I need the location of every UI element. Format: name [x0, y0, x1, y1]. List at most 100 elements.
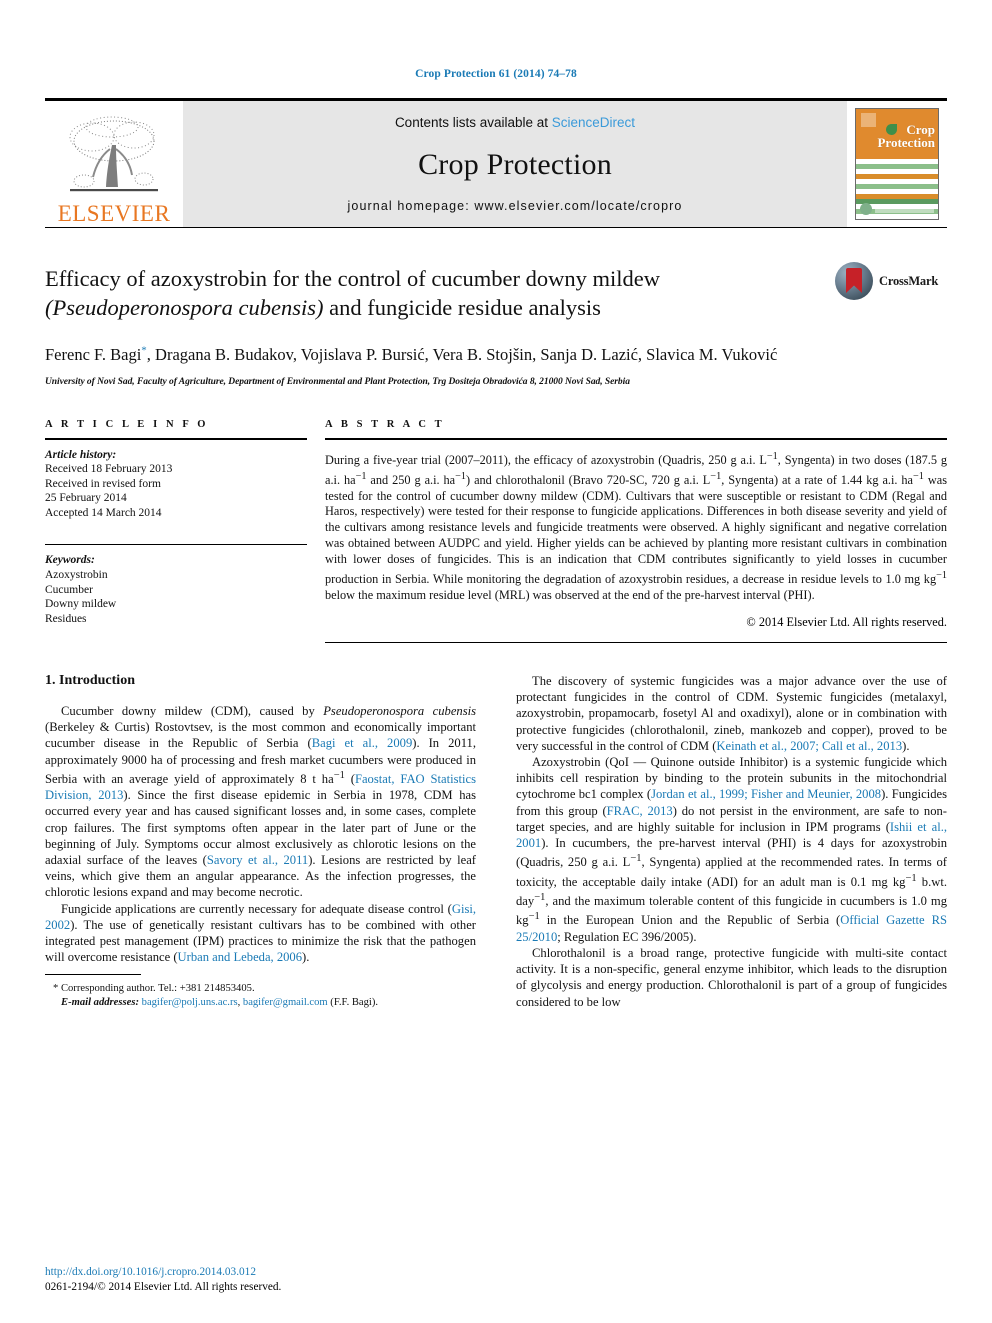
corresponding-author-marker: * — [141, 344, 147, 356]
body-paragraph: Azoxystrobin (QoI — Quinone outside Inhi… — [516, 754, 948, 944]
title-block: CrossMark Efficacy of azoxystrobin for t… — [45, 262, 947, 387]
body-paragraph: Chlorothalonil is a broad range, protect… — [516, 945, 947, 1009]
title-line-2-rest: and fungicide residue analysis — [323, 295, 601, 320]
citation-link[interactable]: Official Gazette RS 25/2010 — [516, 914, 947, 944]
page-title: Efficacy of azoxystrobin for the control… — [45, 264, 845, 322]
citation-link[interactable]: Faostat, FAO Statistics Division, 2013 — [45, 772, 476, 802]
abstract-bottom-rule — [325, 641, 947, 643]
email-link-1[interactable]: bagifer@polj.uns.ac.rs — [142, 997, 238, 1008]
copyright-line: © 2014 Elsevier Ltd. All rights reserved… — [746, 614, 947, 629]
abstract-heading: A B S T R A C T — [325, 418, 445, 430]
citation-link[interactable]: Bagi et al., 2009 — [312, 736, 413, 750]
history-item: Received in revised form — [45, 477, 161, 490]
journal-cover-wrap: Crop Protection — [847, 101, 947, 227]
journal-cover-thumbnail[interactable]: Crop Protection — [855, 108, 939, 220]
elsevier-logo[interactable]: ELSEVIER — [45, 101, 183, 227]
keyword-item: Downy mildew — [45, 598, 117, 611]
body-paragraph: Fungicide applications are currently nec… — [45, 901, 476, 965]
article-history-block: Article history: Received 18 February 20… — [45, 440, 307, 521]
citation-link[interactable]: Gisi, 2002 — [45, 902, 476, 932]
email-link-2[interactable]: bagifer@gmail.com — [243, 997, 328, 1008]
history-item: Received 18 February 2013 — [45, 463, 173, 476]
cover-footer — [860, 202, 934, 216]
superscript: −1 — [710, 470, 722, 482]
elsevier-wordmark: ELSEVIER — [57, 201, 171, 226]
history-item: 25 February 2014 — [45, 492, 127, 505]
superscript: −1 — [905, 872, 917, 884]
footnote-rule — [45, 973, 141, 975]
keywords-label: Keywords: — [45, 554, 95, 567]
crossmark-label: CrossMark — [879, 273, 939, 288]
journal-banner: ELSEVIER Contents lists available at Sci… — [45, 101, 947, 227]
journal-banner-center: Contents lists available at ScienceDirec… — [183, 101, 847, 227]
cover-stripe — [856, 219, 938, 220]
article-history-label: Article history: — [45, 448, 117, 461]
crossmark-badge[interactable]: CrossMark — [835, 258, 947, 304]
citation-link[interactable]: FRAC, 2013 — [607, 804, 673, 818]
banner-bottom-rule — [45, 227, 947, 228]
cover-title-line2: Protection — [877, 135, 935, 150]
superscript: −1 — [528, 911, 540, 923]
page-footer: http://dx.doi.org/10.1016/j.cropro.2014.… — [45, 1265, 476, 1295]
superscript: −1 — [766, 450, 778, 462]
body-column-left: 1. Introduction Cucumber downy mildew (C… — [45, 673, 476, 1010]
left-column-paragraphs: Cucumber downy mildew (CDM), caused by P… — [45, 703, 476, 965]
corresponding-author-note: * Corresponding author. Tel.: +381 21485… — [53, 982, 255, 994]
section-heading-introduction: 1. Introduction — [45, 672, 135, 688]
abstract-text: During a five-year trial (2007–2011), th… — [325, 450, 947, 603]
keyword-item: Residues — [45, 612, 87, 625]
contents-available-line: Contents lists available at ScienceDirec… — [395, 115, 635, 130]
article-info-column: A R T I C L E I N F O Article history: R… — [45, 419, 325, 643]
superscript: −1 — [455, 470, 467, 482]
body-paragraph: Cucumber downy mildew (CDM), caused by P… — [45, 703, 477, 900]
info-abstract-region: A R T I C L E I N F O Article history: R… — [45, 419, 947, 643]
crossmark-circle-icon — [835, 262, 873, 300]
elsevier-tree-icon — [69, 116, 158, 192]
author-list: Ferenc F. Bagi*, Dragana B. Budakov, Voj… — [45, 339, 835, 366]
cover-title: Crop Protection — [860, 123, 935, 149]
affiliation: University of Novi Sad, Faculty of Agric… — [45, 376, 630, 387]
email-addresses-label: E-mail addresses: — [61, 996, 139, 1008]
citation-link[interactable]: Keinath et al., 2007; Call et al., 2013 — [716, 739, 902, 753]
title-species-italic: (Pseudoperonospora cubensis) — [45, 295, 324, 320]
title-line-1: Efficacy of azoxystrobin for the control… — [45, 266, 661, 291]
superscript: −1 — [630, 853, 642, 865]
superscript: −1 — [936, 570, 947, 582]
email-suffix: (F.F. Bagi). — [327, 996, 379, 1008]
journal-name: Crop Protection — [418, 147, 612, 181]
keyword-item: Cucumber — [45, 583, 93, 596]
globe-icon — [860, 203, 872, 215]
authors-text: Ferenc F. Bagi*, Dragana B. Budakov, Voj… — [45, 344, 778, 364]
keyword-item: Azoxystrobin — [45, 569, 108, 582]
body-region: 1. Introduction Cucumber downy mildew (C… — [45, 673, 947, 1010]
body-paragraph: The discovery of systemic fungicides was… — [516, 673, 947, 753]
cover-footer-text — [875, 205, 934, 213]
species-name: Pseudoperonospora cubensis — [323, 703, 477, 718]
superscript: −1 — [534, 891, 546, 903]
sciencedirect-link[interactable]: ScienceDirect — [552, 115, 635, 130]
citation-link[interactable]: Jordan et al., 1999; Fisher and Meunier,… — [651, 787, 881, 801]
footnote-block: * Corresponding author. Tel.: +381 21485… — [45, 973, 476, 1010]
crossmark-bookmark-icon — [846, 268, 862, 293]
right-column-paragraphs: The discovery of systemic fungicides was… — [516, 673, 947, 1010]
citation-link[interactable]: Savory et al., 2011 — [207, 853, 308, 867]
citation-link[interactable]: Urban and Lebeda, 2006 — [178, 950, 303, 964]
doi-link[interactable]: http://dx.doi.org/10.1016/j.cropro.2014.… — [45, 1265, 476, 1280]
footnote-text: * Corresponding author. Tel.: +381 21485… — [45, 982, 476, 1010]
issn-copyright: 0261-2194/© 2014 Elsevier Ltd. All right… — [45, 1281, 282, 1293]
superscript: −1 — [913, 470, 924, 482]
abstract-column: A B S T R A C T During a five-year trial… — [325, 419, 947, 643]
email-addresses-note: E-mail addresses: bagifer@polj.uns.ac.rs… — [45, 996, 476, 1010]
running-head: Crop Protection 61 (2014) 74–78 — [415, 68, 577, 80]
superscript: −1 — [355, 470, 367, 482]
article-page: Crop Protection 61 (2014) 74–78 ELSEVIER… — [0, 0, 992, 1323]
contents-prefix-text: Contents lists available at — [394, 115, 552, 130]
citation-link[interactable]: Ishii et al., 2001 — [516, 820, 947, 850]
history-item: Accepted 14 March 2014 — [45, 506, 162, 519]
body-column-right: The discovery of systemic fungicides was… — [516, 673, 947, 1010]
keywords-block: Keywords: Azoxystrobin Cucumber Downy mi… — [45, 545, 307, 626]
article-info-heading: A R T I C L E I N F O — [45, 418, 209, 430]
journal-homepage-link[interactable]: journal homepage: www.elsevier.com/locat… — [348, 199, 683, 213]
superscript: −1 — [333, 769, 345, 781]
